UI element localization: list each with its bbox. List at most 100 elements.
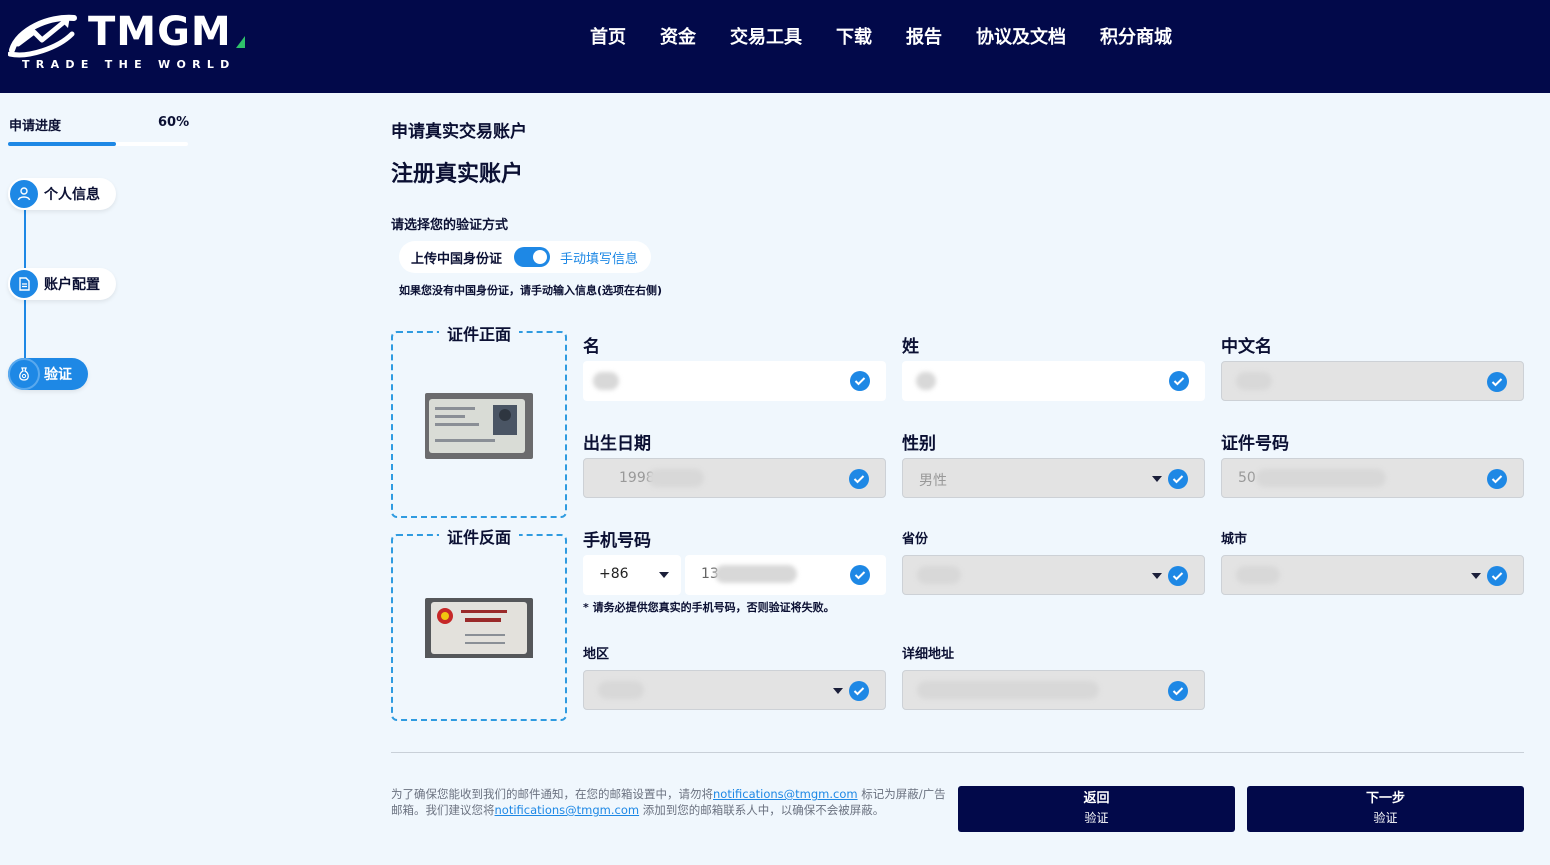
chevron-down-icon: [659, 572, 669, 578]
step-label: 个人信息: [44, 187, 100, 203]
nav-download[interactable]: 下载: [836, 26, 872, 50]
id-front-title: 证件正面: [439, 321, 520, 345]
phone-field[interactable]: 13: [685, 555, 886, 595]
logo-accent-mark: [236, 36, 245, 48]
email-link[interactable]: notifications@tmgm.com: [713, 787, 858, 801]
country-code-value: +86: [599, 566, 629, 582]
verify-method-toggle-group: 上传中国身份证 手动填写信息: [399, 241, 651, 273]
last-name-field[interactable]: [902, 361, 1205, 401]
email-link[interactable]: notifications@tmgm.com: [495, 803, 640, 817]
check-icon: [850, 565, 870, 585]
upload-id-option[interactable]: 上传中国身份证: [411, 248, 502, 267]
logo-tagline: TRADE THE WORLD: [22, 58, 236, 71]
check-icon: [1168, 681, 1188, 701]
id-front-upload[interactable]: 证件正面: [391, 321, 567, 518]
back-button[interactable]: 返回 验证: [958, 786, 1235, 832]
check-icon: [1168, 566, 1188, 586]
id-front-image: [425, 393, 533, 459]
check-icon: [1487, 469, 1507, 489]
redaction-blur: [715, 565, 797, 583]
toggle-knob: [533, 250, 548, 264]
redaction-blur: [917, 681, 1099, 699]
district-select[interactable]: [583, 670, 886, 710]
nav-trading-tools[interactable]: 交易工具: [730, 26, 802, 50]
money-bag-icon: [8, 358, 40, 390]
step-label: 账户配置: [44, 277, 100, 293]
page-title: 注册真实账户: [391, 162, 524, 187]
nav-points-store[interactable]: 积分商城: [1100, 26, 1172, 50]
step-verification[interactable]: 验证: [8, 358, 88, 390]
next-button-label: 下一步: [1365, 791, 1405, 806]
nav-agreements[interactable]: 协议及文档: [976, 26, 1066, 50]
chinese-name-field[interactable]: [1221, 361, 1524, 401]
id-back-title: 证件反面: [439, 524, 520, 548]
phone-note: * 请务必提供您真实的手机号码，否则验证将失败。: [583, 601, 835, 614]
chevron-down-icon: [833, 688, 843, 694]
country-code-select[interactable]: +86: [583, 555, 681, 595]
email-notice: 为了确保您能收到我们的邮件通知，在您的邮箱设置中，请勿将notification…: [391, 786, 947, 818]
redaction-blur: [1256, 469, 1386, 487]
logo-swoosh-icon: [8, 14, 77, 58]
check-icon: [1487, 566, 1507, 586]
address-field[interactable]: [902, 670, 1205, 710]
chinese-name-label: 中文名: [1221, 337, 1272, 357]
redaction-blur: [648, 469, 704, 487]
gender-label: 性别: [902, 434, 936, 454]
chevron-down-icon: [1152, 573, 1162, 579]
id-number-label: 证件号码: [1221, 434, 1289, 454]
birth-date-field[interactable]: 1998: [583, 458, 886, 498]
redaction-blur: [1236, 372, 1272, 390]
next-button[interactable]: 下一步 验证: [1247, 786, 1524, 832]
chevron-down-icon: [1471, 573, 1481, 579]
step-account-config[interactable]: 账户配置: [8, 268, 116, 300]
check-icon: [1168, 469, 1188, 489]
redaction-blur: [593, 372, 619, 390]
back-button-label: 返回: [1083, 791, 1110, 806]
nav-home[interactable]: 首页: [590, 26, 626, 50]
city-label: 城市: [1221, 532, 1248, 547]
phone-label: 手机号码: [583, 531, 651, 551]
district-label: 地区: [583, 647, 610, 662]
footer-divider: [391, 752, 1524, 753]
progress-value: 60%: [158, 115, 190, 130]
province-select[interactable]: [902, 555, 1205, 595]
step-personal-info[interactable]: 个人信息: [8, 178, 116, 210]
nav-reports[interactable]: 报告: [906, 26, 942, 50]
progress-bar-fill: [8, 142, 116, 146]
redaction-blur: [917, 566, 961, 584]
birth-date-label: 出生日期: [583, 434, 651, 454]
document-icon: [8, 268, 40, 300]
check-icon: [849, 469, 869, 489]
id-back-image: [425, 598, 533, 664]
check-icon: [849, 681, 869, 701]
province-label: 省份: [902, 532, 929, 547]
logo-wordmark: TMGM: [88, 9, 232, 55]
redaction-blur: [1236, 566, 1280, 584]
id-number-field[interactable]: 50: [1221, 458, 1524, 498]
main-nav: 首页 资金 交易工具 下载 报告 协议及文档 积分商城: [573, 26, 1189, 50]
check-icon: [1487, 372, 1507, 392]
gender-select[interactable]: 男性: [902, 458, 1205, 498]
redaction-blur: [916, 372, 936, 390]
check-icon: [1169, 371, 1189, 391]
address-label: 详细地址: [902, 647, 955, 662]
step-label: 验证: [44, 367, 72, 383]
nav-funds[interactable]: 资金: [660, 26, 696, 50]
id-back-upload[interactable]: 证件反面: [391, 524, 567, 721]
progress-bar: [8, 142, 188, 146]
next-button-sublabel: 验证: [1373, 811, 1398, 825]
manual-entry-option[interactable]: 手动填写信息: [560, 248, 638, 267]
tmgm-logo[interactable]: TMGM TRADE THE WORLD: [8, 6, 248, 72]
verify-method-toggle[interactable]: [514, 247, 551, 267]
city-select[interactable]: [1221, 555, 1524, 595]
email-notice-text: 添加到您的邮箱联系人中，以确保不会被屏蔽。: [639, 803, 885, 817]
email-notice-text: 为了确保您能收到我们的邮件通知，在您的邮箱设置中，请勿将: [391, 787, 713, 801]
back-button-sublabel: 验证: [1084, 811, 1109, 825]
progress-label: 申请进度: [9, 119, 62, 134]
last-name-label: 姓: [902, 337, 919, 357]
top-header: TMGM TRADE THE WORLD 首页 资金 交易工具 下载 报告 协议…: [0, 0, 1550, 93]
check-icon: [850, 371, 870, 391]
first-name-field[interactable]: [583, 361, 886, 401]
id-number-value: 50: [1238, 470, 1256, 486]
first-name-label: 名: [583, 337, 600, 357]
